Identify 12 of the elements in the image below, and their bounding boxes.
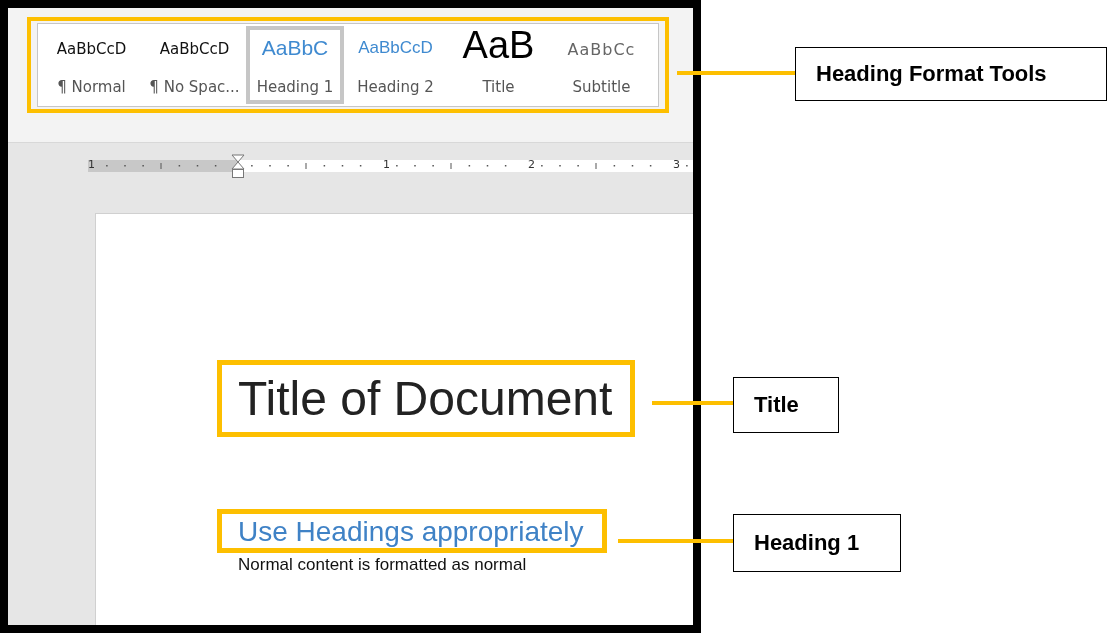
- document-title: Title of Document: [238, 372, 613, 425]
- style-button[interactable]: AaBbC Heading 1: [246, 26, 344, 104]
- callout-label: Heading 1: [733, 514, 901, 572]
- ruler-number: 3: [673, 158, 680, 172]
- body-text: Normal content is formatted as normal: [238, 555, 527, 575]
- document-heading: Use Headings appropriately: [238, 516, 584, 547]
- ruler-number: 1: [383, 158, 390, 172]
- callout-label: Heading Format Tools: [795, 47, 1107, 101]
- indent-marker-icon[interactable]: [231, 154, 245, 178]
- ruler-number: 2: [528, 158, 535, 172]
- ruler-number: 1: [88, 158, 95, 172]
- callout-label: Title: [733, 377, 839, 433]
